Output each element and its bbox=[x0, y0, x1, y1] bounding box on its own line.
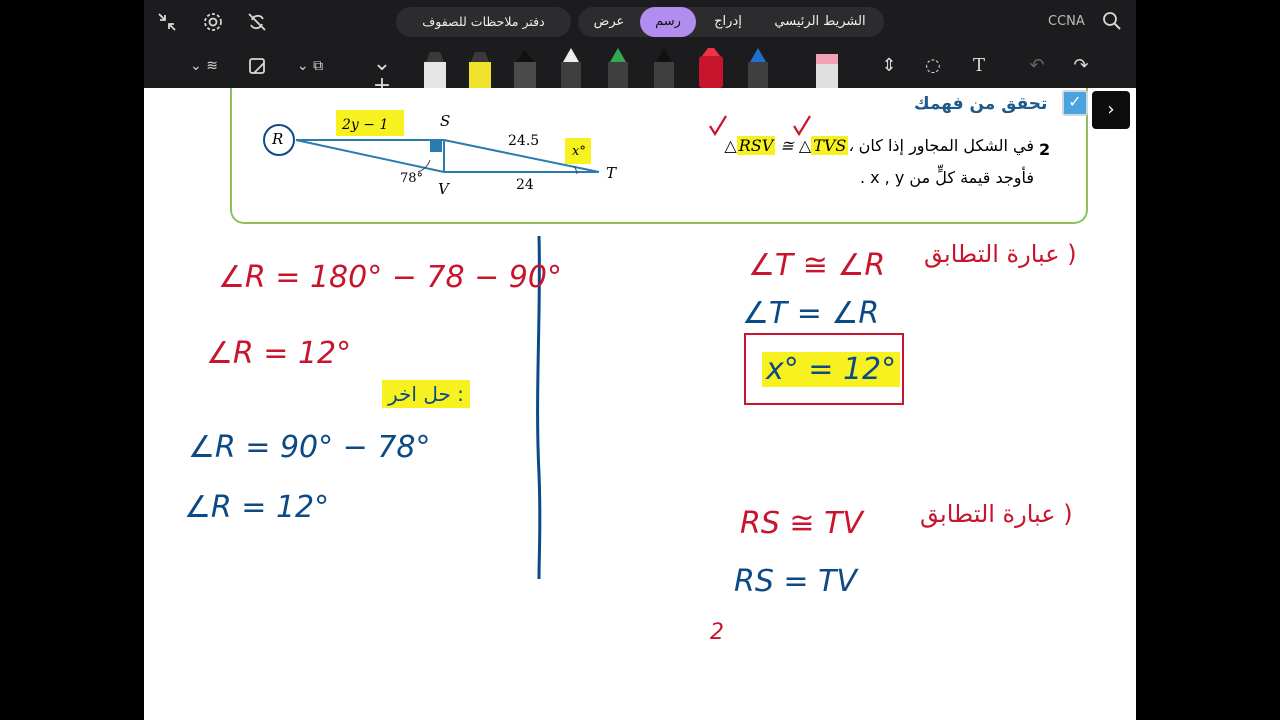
tab-draw[interactable]: رسم bbox=[640, 7, 696, 37]
redo-icon[interactable]: ↷ bbox=[1068, 55, 1094, 77]
problem-title: تحقق من فهمك bbox=[914, 94, 1048, 114]
notebook-title[interactable]: دفتر ملاحظات للصفوف bbox=[396, 7, 571, 37]
right-line1: ∠T ≅ ∠R bbox=[748, 248, 886, 283]
tab-view[interactable]: عرض bbox=[584, 7, 634, 37]
search-icon[interactable] bbox=[1100, 11, 1124, 37]
top-bar: دفتر ملاحظات للصفوف عرض رسم إدراج الشريط… bbox=[144, 0, 1136, 44]
label-rs: 2y − 1 bbox=[342, 117, 389, 133]
text-icon[interactable]: T bbox=[966, 55, 992, 77]
pen-tray bbox=[424, 48, 838, 88]
right-note1: ( عبارة التطابق bbox=[924, 240, 1077, 268]
sync-off-icon[interactable] bbox=[244, 11, 270, 39]
highlighter-gray[interactable] bbox=[424, 52, 446, 88]
problem-number: 2 bbox=[1039, 140, 1051, 159]
label-vt: 24 bbox=[516, 177, 534, 193]
label-r: R bbox=[272, 130, 284, 148]
pen-black-2[interactable] bbox=[654, 48, 674, 88]
label-st: 24.5 bbox=[508, 133, 540, 149]
pen-red[interactable] bbox=[699, 48, 723, 88]
right-note2: ( عبارة التطابق bbox=[920, 500, 1073, 528]
insert-space-icon[interactable]: ⇕ bbox=[876, 55, 902, 77]
eraser-pink[interactable] bbox=[816, 54, 838, 88]
angle-v-label: 78° bbox=[400, 171, 424, 186]
right-line2: ∠T = ∠R bbox=[742, 296, 880, 331]
right-line4: RS = TV bbox=[734, 564, 857, 599]
highlighter-yellow[interactable] bbox=[469, 52, 491, 88]
pen-white[interactable] bbox=[561, 48, 581, 88]
left-line1: ∠R = 180° − 78 − 90° bbox=[218, 260, 562, 295]
left-line4: ∠R = 12° bbox=[184, 490, 330, 525]
lasso-select-icon[interactable]: ◌ bbox=[920, 55, 946, 77]
pen-black[interactable] bbox=[514, 50, 536, 88]
tab-home[interactable]: الشريط الرئيسي bbox=[760, 7, 880, 37]
angle-t-label: x° bbox=[572, 144, 586, 159]
label-s: S bbox=[440, 112, 451, 130]
collapse-icon[interactable] bbox=[154, 11, 180, 39]
right-line3: RS ≅ TV bbox=[740, 506, 863, 541]
settings-icon[interactable] bbox=[200, 11, 226, 39]
ribbon-tabs: عرض رسم إدراج الشريط الرئيسي bbox=[578, 7, 884, 37]
onenote-app: دفتر ملاحظات للصفوف عرض رسم إدراج الشريط… bbox=[144, 0, 1136, 720]
undo-icon[interactable]: ↶ bbox=[1024, 55, 1050, 77]
left-line3: ∠R = 90° − 78° bbox=[188, 430, 431, 465]
checkbox-icon: ✓ bbox=[1062, 90, 1088, 116]
left-line2: ∠R = 12° bbox=[206, 336, 352, 371]
check-marks bbox=[709, 115, 811, 137]
pen-green[interactable] bbox=[608, 48, 628, 88]
answer-x: x° = 12° bbox=[762, 352, 901, 387]
eraser-icon[interactable] bbox=[244, 55, 270, 83]
problem-question: فأوجد قيمة كلٍّ من x , y . bbox=[859, 168, 1034, 187]
page-canvas[interactable]: ✓ تحقق من فهمك 2 في الشكل المجاور إذا كا… bbox=[144, 88, 1136, 720]
aside-label: حل اخر : bbox=[382, 380, 470, 408]
problem-statement: في الشكل المجاور إذا كان △ RSV ≅ △ TVS ، bbox=[724, 136, 1034, 155]
account-name[interactable]: CCNA bbox=[1048, 14, 1085, 29]
pen-blue[interactable] bbox=[748, 48, 768, 88]
tab-insert[interactable]: إدراج bbox=[702, 7, 754, 37]
lasso-icon[interactable]: ⌄ ≋ bbox=[184, 55, 224, 77]
label-v: V bbox=[438, 180, 449, 198]
label-t: T bbox=[606, 164, 617, 182]
right-line5: 2 bbox=[710, 620, 724, 645]
shapes-icon[interactable]: ⌄ ⧉ bbox=[290, 55, 330, 77]
draw-toolbar: ⌄ ≋ ⌄ ⧉ ⌄ + ⇕ ◌ T ↶ ↷ bbox=[144, 44, 1136, 97]
next-page-button[interactable]: › bbox=[1092, 91, 1130, 129]
